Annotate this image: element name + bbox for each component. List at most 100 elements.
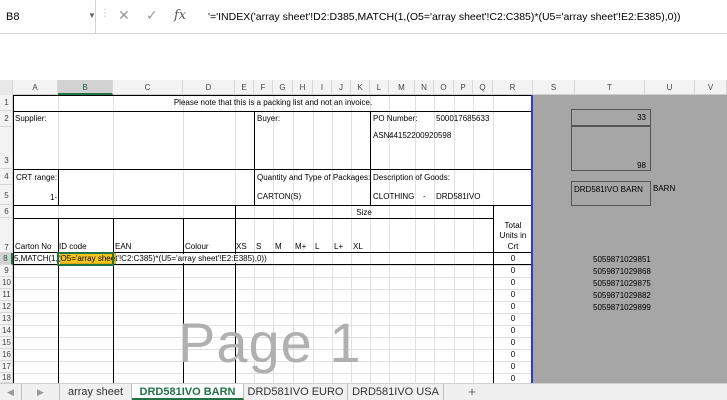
header-size-xl: XL: [353, 242, 363, 251]
tab-drd581ivo-euro[interactable]: DRD581IVO EURO: [244, 384, 348, 400]
header-size-l: L: [315, 242, 320, 251]
row-header[interactable]: 15: [0, 337, 13, 349]
column-header[interactable]: F: [254, 80, 273, 95]
outside-print-area: 33 98 DRD581IVO BARN BARN 5059871029851 …: [533, 95, 727, 383]
row-header[interactable]: 17: [0, 361, 13, 373]
total-cell[interactable]: 0: [493, 254, 533, 263]
selected-cell-b8[interactable]: [57, 252, 114, 266]
column-header[interactable]: H: [293, 80, 313, 95]
column-header[interactable]: K: [351, 80, 370, 95]
column-header[interactable]: N: [415, 80, 434, 95]
size-header: Size: [356, 208, 372, 217]
column-header[interactable]: O: [434, 80, 454, 95]
page-watermark: Page 1: [178, 311, 362, 374]
column-header[interactable]: Q: [473, 80, 493, 95]
add-sheet-button[interactable]: +: [460, 384, 484, 400]
column-header[interactable]: S: [533, 80, 575, 95]
column-header[interactable]: J: [332, 80, 351, 95]
select-all-corner[interactable]: [0, 80, 13, 95]
column-header[interactable]: U: [645, 80, 695, 95]
tab-array-sheet[interactable]: array sheet: [60, 384, 132, 400]
total-cell[interactable]: 0: [493, 290, 533, 299]
name-box[interactable]: B8 ▼: [0, 0, 96, 34]
column-header[interactable]: D: [183, 80, 235, 95]
fx-icon[interactable]: fx: [174, 8, 186, 23]
row-header[interactable]: 18: [0, 373, 13, 383]
total-cell[interactable]: 0: [493, 314, 533, 323]
side-style-box[interactable]: DRD581IVO BARN: [571, 181, 651, 206]
side-box-2[interactable]: 98: [571, 126, 651, 171]
column-header[interactable]: G: [273, 80, 293, 95]
row-header[interactable]: 6: [0, 205, 13, 218]
edit-prefix: 5,MATCH(1,(: [14, 254, 61, 263]
header-ean: EAN: [115, 242, 132, 251]
side-ean: 5059871029899: [593, 303, 651, 312]
header-size-s: S: [256, 242, 262, 251]
side-ean: 5059871029868: [593, 267, 651, 276]
header-size-mplus: M+: [295, 242, 307, 251]
total-cell[interactable]: 0: [493, 374, 533, 383]
row-header[interactable]: 5: [0, 185, 13, 205]
side-ean: 5059871029851: [593, 255, 651, 264]
row-header[interactable]: 2: [0, 111, 13, 127]
column-header[interactable]: V: [695, 80, 727, 95]
description-value: CLOTHING: [373, 192, 415, 201]
total-cell[interactable]: 0: [493, 338, 533, 347]
total-cell[interactable]: 0: [493, 362, 533, 371]
column-header[interactable]: A: [13, 80, 58, 95]
row-header[interactable]: 14: [0, 325, 13, 337]
cell-edit-text[interactable]: 5,MATCH(1,(O5='array sheet'!C2:C385)*(U5…: [14, 253, 267, 264]
row-header[interactable]: 9: [0, 265, 13, 277]
formula-input[interactable]: '='INDEX('array sheet'!D2:D385,MATCH(1,(…: [208, 11, 681, 23]
cancel-icon[interactable]: ✕: [118, 8, 130, 24]
total-cell[interactable]: 0: [493, 302, 533, 311]
column-header[interactable]: M: [389, 80, 415, 95]
column-header[interactable]: P: [454, 80, 473, 95]
formula-bar: ⋮ ✕ ✓ fx '='INDEX('array sheet'!D2:D385,…: [96, 0, 727, 34]
side-ean: 5059871029875: [593, 279, 651, 288]
tab-drd581ivo-usa[interactable]: DRD581IVO USA: [348, 384, 444, 400]
scroll-left-icon[interactable]: ◀: [0, 384, 22, 400]
enter-icon[interactable]: ✓: [146, 8, 158, 24]
scroll-right-icon[interactable]: ▶: [22, 384, 60, 400]
total-cell[interactable]: 0: [493, 326, 533, 335]
column-header[interactable]: E: [235, 80, 254, 95]
side-colour: BARN: [653, 184, 676, 193]
total-cell[interactable]: 0: [493, 266, 533, 275]
column-header[interactable]: L: [370, 80, 389, 95]
crt-range-label: CRT range:: [16, 173, 58, 182]
row-header[interactable]: 16: [0, 349, 13, 361]
column-header[interactable]: I: [313, 80, 332, 95]
total-cell[interactable]: 0: [493, 350, 533, 359]
side-box-1[interactable]: 33: [571, 109, 651, 126]
row-header[interactable]: 10: [0, 277, 13, 289]
row-header[interactable]: 1: [0, 95, 13, 111]
row-header[interactable]: 11: [0, 289, 13, 301]
header-size-xs: XS: [236, 242, 247, 251]
description-label: Description of Goods:: [373, 173, 450, 182]
header-id-code: ID code: [59, 242, 87, 251]
name-box-value: B8: [6, 11, 20, 23]
row-header[interactable]: 12: [0, 301, 13, 313]
row-header[interactable]: 13: [0, 313, 13, 325]
row-header[interactable]: 7: [0, 218, 13, 253]
tab-drd581ivo-barn[interactable]: DRD581IVO BARN: [132, 384, 244, 400]
column-header[interactable]: R: [493, 80, 533, 95]
total-cell[interactable]: 0: [493, 278, 533, 287]
column-header[interactable]: C: [113, 80, 183, 95]
row-header[interactable]: 8: [0, 253, 13, 265]
header-total-1: Total: [504, 221, 522, 230]
po-number-label: PO Number:: [373, 114, 418, 123]
row-header[interactable]: 4: [0, 169, 13, 185]
column-header[interactable]: T: [575, 80, 645, 95]
more-icon: ⋮: [100, 8, 110, 19]
column-header[interactable]: B: [58, 80, 113, 95]
chevron-down-icon[interactable]: ▼: [88, 11, 96, 20]
quantity-value: CARTON(S): [257, 192, 302, 201]
side-box-1-value: 33: [637, 113, 646, 122]
asn-value: 44152200920598: [389, 131, 452, 140]
row-header[interactable]: 3: [0, 127, 13, 169]
side-style-name: DRD581IVO BARN: [574, 185, 643, 194]
header-size-lplus: L+: [334, 242, 344, 251]
column-header-bar: A B C D E F G H I J K L M N O P Q R S T …: [0, 80, 727, 95]
